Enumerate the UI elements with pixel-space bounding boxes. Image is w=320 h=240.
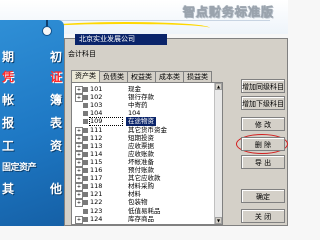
subject-node-icon	[83, 95, 88, 101]
modify-button[interactable]: 修 改	[241, 117, 285, 131]
account-subjects-dialog: 会计科目 北京实业发展公司 资产类 负债类 权益类 成本类 损益类 +101 现金…	[64, 34, 288, 226]
subject-node-icon	[83, 135, 88, 141]
expand-toggle-icon[interactable]: +	[75, 142, 83, 151]
scroll-up-arrow-icon[interactable]: ▲	[215, 83, 222, 90]
ok-button[interactable]: 确定	[241, 189, 285, 203]
dialog-title: 会计科目	[68, 50, 96, 58]
add-same-level-button[interactable]: 增加同级科目	[241, 79, 285, 93]
tab-profit-loss[interactable]: 损益类	[183, 71, 212, 82]
export-button[interactable]: 导 出	[241, 155, 285, 169]
subject-node-icon	[83, 151, 88, 157]
subject-node-icon	[83, 111, 88, 117]
expand-toggle-icon[interactable]: +	[75, 199, 83, 208]
expand-toggle-icon[interactable]: +	[75, 94, 83, 103]
module-tag: 期初 凭证 帐簿 报表 工资 固定资产 其他	[0, 20, 64, 226]
subject-node-icon	[83, 119, 88, 125]
tree-scrollbar[interactable]: ▲ ▼	[214, 83, 222, 224]
tag-hole	[42, 26, 52, 36]
subject-tree[interactable]: +101 现金 +102 银行存款 103 中寄药 104 104 109 在途物资 +111 其它货…	[71, 82, 223, 225]
expand-toggle-icon[interactable]: +	[75, 86, 83, 94]
expand-toggle-icon[interactable]: +	[75, 126, 83, 135]
subject-node-icon	[83, 103, 88, 109]
tag-item-voucher[interactable]: 凭证	[2, 68, 62, 85]
expand-toggle-icon[interactable]: +	[75, 167, 83, 175]
subject-code: 124	[90, 214, 103, 223]
category-tabs: 资产类 负债类 权益类 成本类 损益类	[71, 70, 212, 82]
expand-toggle-icon[interactable]: +	[75, 183, 83, 192]
subject-node-icon	[83, 208, 88, 214]
subject-node-icon	[83, 143, 88, 149]
tab-assets[interactable]: 资产类	[71, 70, 100, 82]
tag-item-report[interactable]: 报表	[2, 114, 62, 131]
subject-node-icon	[83, 216, 88, 222]
expand-toggle-icon[interactable]: +	[75, 175, 83, 184]
close-button[interactable]: 关 闭	[241, 209, 285, 223]
tag-item-fixed-assets[interactable]: 固定资产	[2, 160, 62, 173]
expand-toggle-icon[interactable]: +	[75, 215, 83, 224]
delete-button[interactable]: 删 除	[241, 137, 285, 151]
expand-toggle-icon[interactable]: +	[75, 150, 83, 159]
tag-item-salary[interactable]: 工资	[2, 137, 62, 154]
tab-equity[interactable]: 权益类	[127, 71, 156, 82]
subject-node-icon	[83, 192, 88, 198]
tab-liabilities[interactable]: 负债类	[99, 71, 128, 82]
expand-toggle-icon[interactable]: +	[75, 134, 83, 143]
subject-node-icon	[83, 200, 88, 206]
tag-item-others[interactable]: 其他	[2, 180, 62, 197]
scroll-down-arrow-icon[interactable]: ▼	[215, 217, 222, 224]
tab-cost[interactable]: 成本类	[155, 71, 184, 82]
add-child-level-button[interactable]: 增加下级科目	[241, 96, 285, 110]
subject-name: 库存商品	[128, 214, 154, 223]
tag-item-period-start[interactable]: 期初	[2, 48, 62, 65]
subject-node-icon	[83, 159, 88, 165]
subject-node-icon	[83, 176, 88, 182]
banner-swoosh	[40, 22, 210, 34]
expand-toggle-icon[interactable]: +	[75, 158, 83, 167]
expand-toggle-icon[interactable]: +	[75, 191, 83, 200]
banner-title: 智点财务标准版	[182, 5, 274, 20]
subject-node-icon	[83, 127, 88, 133]
subject-node-icon	[83, 87, 88, 92]
subject-node-icon	[83, 184, 88, 190]
company-field[interactable]: 北京实业发展公司	[75, 34, 167, 45]
subject-node-icon	[83, 168, 88, 173]
tag-item-ledger[interactable]: 帐簿	[2, 91, 62, 108]
